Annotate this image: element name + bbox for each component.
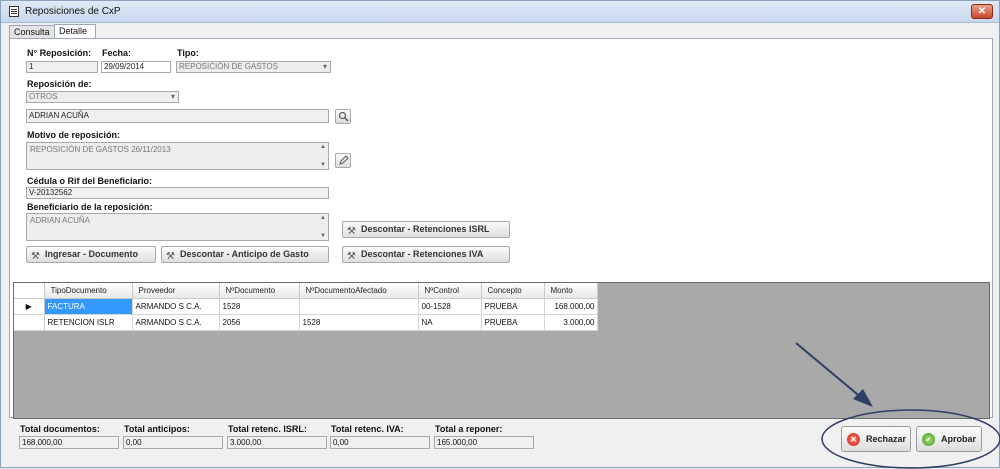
rechazar-button[interactable]: ✕ Rechazar — [841, 426, 911, 452]
beneficiario-rep-label: Beneficiario de la reposición: — [27, 202, 153, 212]
close-button[interactable]: ✕ — [971, 4, 993, 19]
cell-monto[interactable]: 168.000,00 — [544, 298, 598, 315]
col-tipo-documento[interactable]: TipoDocumento — [44, 283, 133, 299]
descontar-anticipo-label: Descontar - Anticipo de Gasto — [180, 249, 309, 259]
grid-header-row: TipoDocumento Proveedor NºDocumento NºDo… — [14, 283, 598, 299]
ingresar-documento-button[interactable]: ⚒ Ingresar - Documento — [26, 246, 156, 263]
documents-table: TipoDocumento Proveedor NºDocumento NºDo… — [14, 283, 598, 331]
app-icon — [9, 6, 19, 17]
current-row-indicator: ▶ — [14, 298, 45, 315]
tab-consulta[interactable]: Consulta — [9, 25, 55, 39]
tipo-label: Tipo: — [177, 48, 199, 58]
tab-detalle[interactable]: Detalle — [54, 24, 96, 39]
col-nro-documento[interactable]: NºDocumento — [219, 283, 300, 299]
aprobar-button[interactable]: ✓ Aprobar — [916, 426, 982, 452]
motivo-scrollbar[interactable]: ▲ ▼ — [319, 144, 327, 168]
cell-tipo-documento[interactable]: FACTURA — [44, 298, 133, 315]
nro-reposicion-label: N° Reposición: — [27, 48, 92, 58]
cell-nro-documento-afectado[interactable] — [299, 298, 419, 315]
reposicion-de-select[interactable]: OTROS — [26, 91, 179, 103]
fecha-label: Fecha: — [102, 48, 132, 58]
beneficiario-rep-textarea[interactable]: ADRIAN ACUÑA ▲ ▼ — [26, 213, 329, 241]
descontar-iva-button[interactable]: ⚒ Descontar - Retenciones IVA — [342, 246, 510, 263]
beneficiario-rep-text: ADRIAN ACUÑA — [30, 216, 91, 225]
edit-button[interactable] — [335, 153, 351, 168]
total-anticipos-label: Total anticipos: — [124, 424, 190, 434]
search-button[interactable] — [335, 109, 351, 124]
edit-icon — [338, 155, 349, 165]
descontar-islr-button[interactable]: ⚒ Descontar - Retenciones ISRL — [342, 221, 510, 238]
wrench-icon: ⚒ — [166, 251, 175, 262]
reposicion-de-label: Reposición de: — [27, 79, 92, 89]
cell-nro-documento[interactable]: 1528 — [219, 298, 300, 315]
total-islr-field: 3.000,00 — [227, 436, 327, 449]
total-iva-label: Total retenc. IVA: — [331, 424, 404, 434]
descontar-iva-label: Descontar - Retenciones IVA — [361, 249, 484, 259]
wrench-icon: ⚒ — [347, 251, 356, 262]
cell-proveedor[interactable]: ARMANDO S C.A. — [132, 314, 220, 331]
col-proveedor[interactable]: Proveedor — [132, 283, 220, 299]
table-row[interactable]: ▶ FACTURA ARMANDO S C.A. 1528 00-1528 PR… — [14, 298, 598, 315]
motivo-text: REPOSICIÓN DE GASTOS 26/11/2013 — [30, 145, 171, 154]
beneficiario-rep-scrollbar[interactable]: ▲ ▼ — [319, 215, 327, 239]
wrench-icon: ⚒ — [31, 251, 40, 262]
window-title: Reposiciones de CxP — [25, 6, 121, 17]
documents-grid[interactable]: TipoDocumento Proveedor NºDocumento NºDo… — [13, 282, 990, 419]
nro-reposicion-field[interactable]: 1 — [26, 61, 98, 73]
reposiciones-window: Reposiciones de CxP ✕ Consulta Detalle N… — [0, 0, 1000, 469]
col-monto[interactable]: Monto — [544, 283, 598, 299]
total-reponer-field: 165.000,00 — [434, 436, 534, 449]
cell-tipo-documento[interactable]: RETENCION ISLR — [44, 314, 133, 331]
search-icon — [338, 111, 349, 122]
fecha-field[interactable]: 29/09/2014 — [101, 61, 171, 73]
cell-nro-documento[interactable]: 2056 — [219, 314, 300, 331]
motivo-label: Motivo de reposición: — [27, 130, 121, 140]
total-documentos-field: 168.000,00 — [19, 436, 119, 449]
cedula-field[interactable]: V-20132562 — [26, 187, 329, 199]
row-header-corner — [14, 283, 45, 299]
col-nro-control[interactable]: NºControl — [418, 283, 482, 299]
tipo-select[interactable]: REPOSICIÓN DE GASTOS — [176, 61, 331, 73]
beneficiario-field[interactable]: ADRIAN ACUÑA — [26, 109, 329, 123]
total-documentos-label: Total documentos: — [20, 424, 100, 434]
aprobar-label: Aprobar — [941, 434, 977, 444]
total-reponer-label: Total a reponer: — [435, 424, 503, 434]
cell-concepto[interactable]: PRUEBA — [481, 314, 545, 331]
cell-nro-documento-afectado[interactable]: 1528 — [299, 314, 419, 331]
rechazar-label: Rechazar — [866, 434, 907, 444]
ingresar-documento-label: Ingresar - Documento — [45, 249, 139, 259]
cell-nro-control[interactable]: 00-1528 — [418, 298, 482, 315]
cell-nro-control[interactable]: NA — [418, 314, 482, 331]
row-header — [14, 314, 45, 331]
descontar-islr-label: Descontar - Retenciones ISRL — [361, 224, 490, 234]
cell-proveedor[interactable]: ARMANDO S C.A. — [132, 298, 220, 315]
table-row[interactable]: RETENCION ISLR ARMANDO S C.A. 2056 1528 … — [14, 314, 598, 331]
cell-concepto[interactable]: PRUEBA — [481, 298, 545, 315]
motivo-textarea[interactable]: REPOSICIÓN DE GASTOS 26/11/2013 ▲ ▼ — [26, 142, 329, 170]
col-concepto[interactable]: Concepto — [481, 283, 545, 299]
wrench-icon: ⚒ — [347, 226, 356, 237]
col-nro-documento-afectado[interactable]: NºDocumentoAfectado — [299, 283, 419, 299]
approve-icon: ✓ — [922, 433, 935, 446]
descontar-anticipo-button[interactable]: ⚒ Descontar - Anticipo de Gasto — [161, 246, 329, 263]
total-anticipos-field: 0,00 — [123, 436, 223, 449]
cedula-label: Cédula o Rif del Beneficiario: — [27, 176, 153, 186]
total-islr-label: Total retenc. ISRL: — [228, 424, 307, 434]
reject-icon: ✕ — [847, 433, 860, 446]
cell-monto[interactable]: 3.000,00 — [544, 314, 598, 331]
title-bar: Reposiciones de CxP ✕ — [1, 1, 999, 23]
total-iva-field: 0,00 — [330, 436, 430, 449]
